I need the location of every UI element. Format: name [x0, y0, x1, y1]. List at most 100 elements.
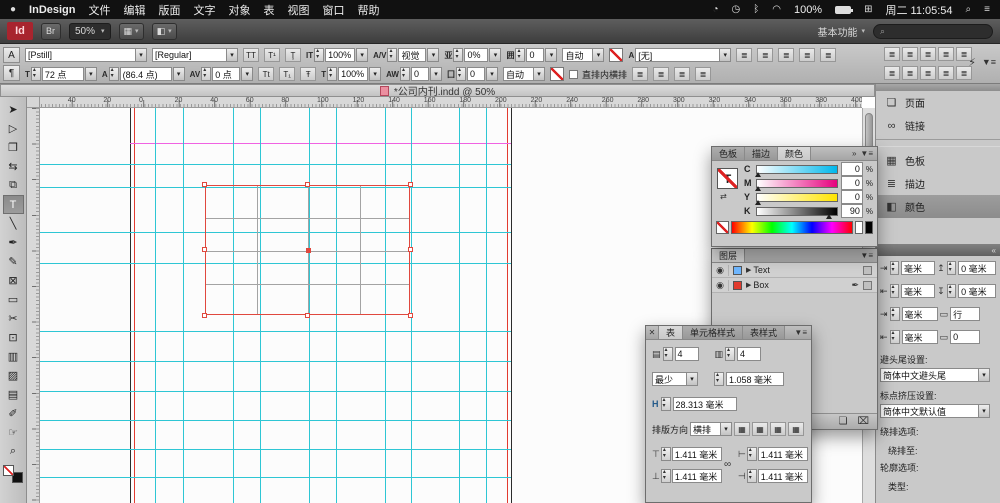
align-bottom-button[interactable]: ≣: [674, 67, 690, 81]
menu-file[interactable]: 文件: [89, 2, 111, 18]
layer-name[interactable]: Text: [753, 265, 770, 275]
fill-color-swatch[interactable]: [609, 48, 624, 62]
direct-selection-tool[interactable]: ▷: [3, 119, 24, 138]
ruler-guide[interactable]: [40, 477, 511, 478]
link-insets-icon[interactable]: ∞: [724, 459, 731, 470]
para-align-button[interactable]: ≣: [920, 47, 936, 61]
slider-thumb[interactable]: [754, 185, 761, 191]
column-guide[interactable]: [486, 108, 487, 503]
hand-tool[interactable]: ☞: [3, 423, 24, 442]
cell-align-justify-button[interactable]: ▦: [788, 422, 805, 436]
view-options-button[interactable]: ▦ ▾: [118, 22, 144, 40]
ruler-guide[interactable]: [40, 361, 511, 362]
grid-count-field[interactable]: 囲0: [506, 47, 558, 62]
tab-stroke[interactable]: 描边: [745, 147, 779, 160]
stepper[interactable]: [327, 66, 338, 81]
column-guide[interactable]: [155, 108, 156, 503]
para-indent-button[interactable]: ≣: [884, 66, 900, 80]
grid-count-field[interactable]: 0: [950, 330, 981, 344]
slider-thumb[interactable]: [754, 171, 761, 177]
layer-target-square[interactable]: [863, 265, 872, 275]
underline-button[interactable]: Ţ: [285, 48, 301, 62]
indent-right-field[interactable]: 毫米: [901, 284, 936, 298]
black-value-field[interactable]: 90: [840, 204, 863, 218]
layer-row-box[interactable]: ◉ ▶ Box ✒: [712, 278, 877, 293]
stepper[interactable]: [30, 66, 41, 81]
para-indent-button[interactable]: ≣: [902, 66, 918, 80]
swap-fill-stroke-icon[interactable]: ⇄: [720, 192, 727, 201]
ruler-guide[interactable]: [40, 420, 511, 421]
table-columns-field[interactable]: 4: [737, 347, 762, 361]
dock-item-pages[interactable]: ❏ 页面: [876, 91, 1000, 114]
cyan-value-field[interactable]: 0: [840, 162, 863, 176]
menubar-clock[interactable]: 周二 11:05:54: [885, 2, 952, 18]
frame-handle[interactable]: [202, 247, 207, 252]
search-input[interactable]: ⌕: [873, 23, 993, 39]
dock-item-stroke[interactable]: ≣ 描边: [876, 172, 1000, 195]
gap-tool[interactable]: ⇆: [3, 157, 24, 176]
tab-cell-styles[interactable]: 单元格样式: [683, 326, 744, 339]
font-family-select[interactable]: [Pstill]: [25, 48, 147, 62]
horizontal-ruler[interactable]: 6040200204060801001201401601802002202402…: [27, 97, 862, 108]
table-frame[interactable]: [202, 182, 413, 318]
strikethrough-button[interactable]: Ŧ: [300, 67, 317, 81]
tab-layers[interactable]: 图层: [712, 249, 746, 262]
free-transform-tool[interactable]: ⊡: [3, 328, 24, 347]
inset-top-field[interactable]: 1.411 毫米: [671, 447, 722, 461]
stepper[interactable]: [108, 66, 119, 81]
auto-spacing-select-2[interactable]: 自动: [502, 67, 545, 81]
para-align-button[interactable]: ≣: [938, 47, 954, 61]
para-align-button[interactable]: ≣: [884, 47, 900, 61]
rectangle-tool[interactable]: ▭: [3, 290, 24, 309]
panel-menu-icon[interactable]: ▼≡: [860, 251, 873, 260]
text-fill-proxy[interactable]: T: [717, 168, 738, 189]
zoom-tool[interactable]: ⌕: [3, 442, 24, 461]
stepper[interactable]: [399, 66, 410, 81]
tab-table-styles[interactable]: 表样式: [743, 326, 786, 339]
stepper[interactable]: [714, 371, 724, 386]
stepper[interactable]: [725, 346, 736, 361]
horizontal-scale-field[interactable]: T100%: [321, 66, 382, 81]
ruler-guide[interactable]: [40, 164, 511, 165]
layer-name[interactable]: Box: [753, 280, 769, 290]
zoom-level-select[interactable]: 50% ▾: [69, 22, 111, 40]
bridge-button[interactable]: Br: [41, 22, 61, 40]
stepper[interactable]: [455, 66, 466, 81]
frame-handle[interactable]: [408, 247, 413, 252]
stepper[interactable]: [746, 446, 757, 461]
note-tool[interactable]: ▤: [3, 385, 24, 404]
yellow-value-field[interactable]: 0: [840, 190, 863, 204]
cell-align-bottom-button[interactable]: ▦: [770, 422, 787, 436]
font-style-select[interactable]: [Regular]: [152, 48, 238, 62]
ruler-origin-corner[interactable]: [27, 97, 40, 108]
last-line-indent-field[interactable]: 毫米: [901, 330, 938, 344]
page-tool[interactable]: ❐: [3, 138, 24, 157]
scissors-tool[interactable]: ✂: [3, 309, 24, 328]
small-caps-button[interactable]: Tt: [258, 67, 275, 81]
frame-handle[interactable]: [408, 313, 413, 318]
line-unit-field[interactable]: 行: [950, 307, 981, 321]
frame-handle[interactable]: [202, 313, 207, 318]
margin-guide-top[interactable]: [130, 143, 511, 144]
menu-edit[interactable]: 编辑: [124, 2, 146, 18]
frame-center-point[interactable]: [306, 248, 311, 253]
character-mode-button[interactable]: A: [3, 47, 20, 63]
spotlight-icon[interactable]: ⌕: [966, 4, 972, 15]
menu-help[interactable]: 帮助: [358, 2, 380, 18]
frame-handle[interactable]: [202, 182, 207, 187]
dock-grip[interactable]: [876, 84, 1000, 91]
para-indent-button[interactable]: ≣: [920, 66, 936, 80]
collapsed-panel-header[interactable]: «: [876, 244, 1000, 256]
vertical-ruler[interactable]: [27, 108, 40, 503]
table-rows-field[interactable]: 4: [674, 347, 699, 361]
cell-align-center-button[interactable]: ▦: [752, 422, 769, 436]
row-height-mode-select[interactable]: 最少: [652, 372, 698, 386]
stepper[interactable]: [515, 47, 526, 62]
stepper[interactable]: [889, 260, 900, 275]
stepper[interactable]: [660, 396, 671, 411]
inset-left-field[interactable]: 1.411 毫米: [757, 447, 808, 461]
column-guide[interactable]: [411, 108, 412, 503]
ruler-guide[interactable]: [40, 391, 511, 392]
pencil-tool[interactable]: ✎: [3, 252, 24, 271]
dock-item-swatches[interactable]: ▦ 色板: [876, 149, 1000, 172]
